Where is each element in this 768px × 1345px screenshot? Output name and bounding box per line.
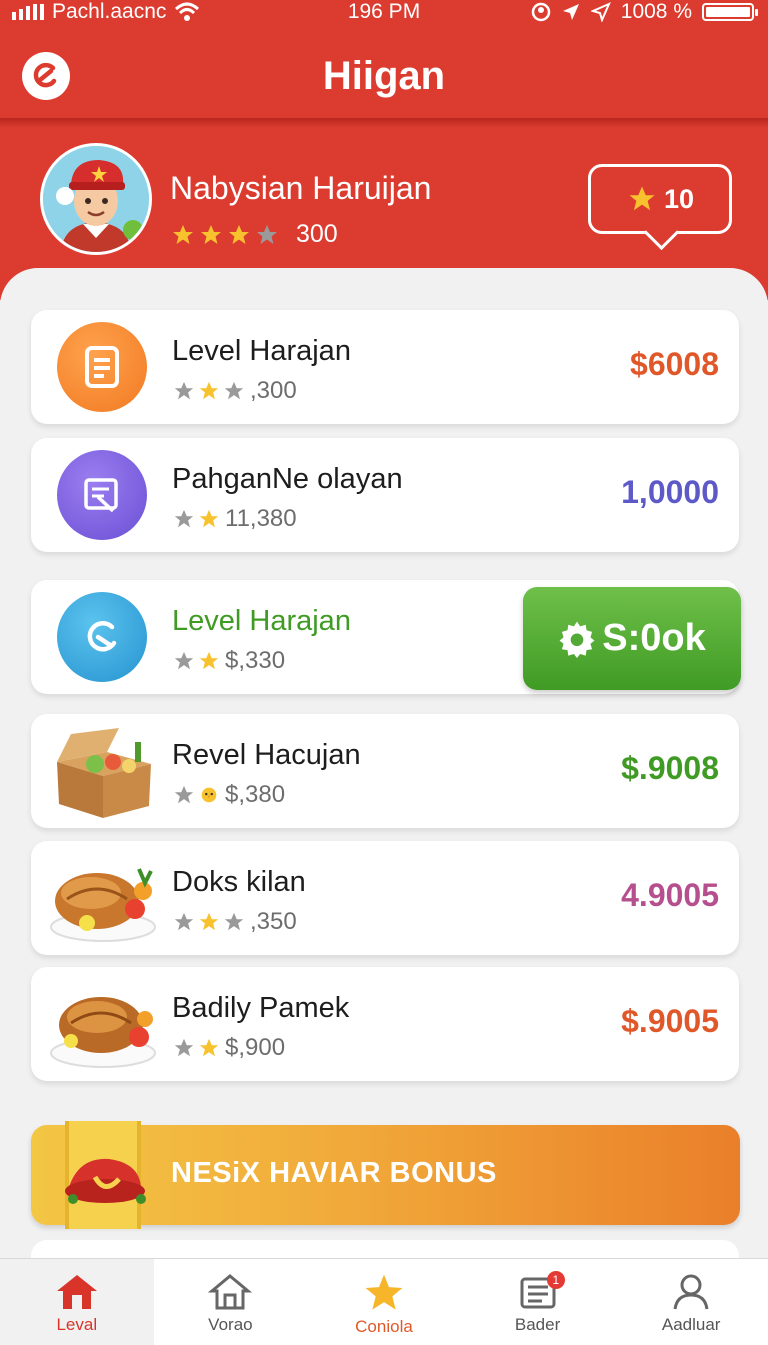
- chick-icon: [201, 787, 217, 803]
- star-icon: [629, 186, 655, 211]
- item-title: PahganNe olayan: [172, 463, 403, 495]
- star-empty-icon: [224, 912, 244, 931]
- star-empty-icon: [224, 381, 244, 400]
- star-empty-icon: [174, 912, 194, 931]
- page-title: Hiigan: [322, 54, 446, 98]
- item-rating-value: ,300: [250, 377, 297, 404]
- title-bar: Hiigan: [0, 38, 768, 118]
- list-item[interactable]: Level Harajan ,300 $6008: [31, 310, 739, 424]
- star-empty-icon: [174, 785, 194, 804]
- star-icon: [199, 912, 219, 931]
- item-title: Badily Pamek: [172, 992, 350, 1024]
- home-icon: [56, 1275, 97, 1309]
- nav-label: Bader: [514, 1315, 561, 1334]
- gift-hat-icon: [65, 1158, 146, 1204]
- nav-item-coniola[interactable]: Coniola: [307, 1259, 461, 1345]
- star-icon: [365, 1274, 403, 1310]
- item-rating-value: $,380: [225, 781, 286, 808]
- nav-label: Vorao: [208, 1315, 253, 1334]
- roast-chicken-icon: [47, 975, 159, 1073]
- star-icon: [199, 651, 219, 670]
- buy-button[interactable]: S:0ok: [523, 587, 741, 690]
- nav-item-leval[interactable]: Leval: [0, 1259, 154, 1345]
- star-empty-icon: [174, 509, 194, 528]
- nav-item-vorao[interactable]: Vorao: [154, 1259, 308, 1345]
- star-icon: [173, 224, 193, 244]
- refresh-icon: [57, 592, 147, 682]
- list-item[interactable]: Doks kilan ,350 4.9005: [31, 841, 739, 955]
- item-rating-value: ,350: [250, 908, 297, 935]
- chef-avatar-icon: [43, 146, 149, 252]
- item-rating: ,350: [172, 908, 297, 936]
- list-item[interactable]: Badily Pamek $,900 $.9005: [31, 967, 739, 1081]
- item-rating: 11,380: [172, 505, 297, 533]
- star-icon: [229, 224, 249, 244]
- player-score: 300: [296, 220, 338, 248]
- notification-badge: 1: [546, 1271, 565, 1289]
- edit-document-icon: [57, 450, 147, 540]
- navigation-arrow-icon: [562, 4, 579, 20]
- player-name: Nabysian Haruijan: [170, 170, 432, 206]
- document-icon: [57, 322, 147, 412]
- battery-icon: [702, 3, 758, 21]
- nav-label: Coniola: [355, 1317, 413, 1336]
- nav-label: Aadluar: [661, 1315, 721, 1334]
- buy-button-label: S:0ok: [602, 617, 706, 659]
- item-rating: ,300: [172, 377, 297, 405]
- list-item[interactable]: Revel Hacujan $,380 $.9008: [31, 714, 739, 828]
- star-empty-icon: [174, 1038, 194, 1057]
- star-icon: [201, 224, 221, 244]
- item-rating-value: $,330: [225, 647, 286, 674]
- avatar[interactable]: [40, 143, 152, 255]
- item-title: Level Harajan: [172, 605, 351, 637]
- item-rating-value: $,900: [225, 1034, 286, 1061]
- item-title: Revel Hacujan: [172, 739, 361, 771]
- title-divider: [0, 118, 768, 128]
- star-empty-icon: [257, 224, 277, 244]
- status-bar: Pachl.​a​acnc 196 PM 100​8 %: [0, 0, 768, 28]
- item-price: 1,0000: [621, 474, 719, 510]
- bonus-label: NESiX HAVIAR BONUS: [171, 1157, 497, 1189]
- item-rating: $,380: [172, 781, 285, 809]
- list-item[interactable]: PahganNe olayan 11,380 1,0000: [31, 438, 739, 552]
- gear-icon: [559, 621, 595, 658]
- item-title: Doks kilan: [172, 866, 306, 898]
- nav-label: Leval: [56, 1315, 98, 1334]
- item-rating: $,900: [172, 1034, 285, 1062]
- item-rating-value: 11,380: [225, 505, 297, 532]
- item-rating: $,330: [172, 647, 285, 675]
- star-empty-icon: [174, 651, 194, 670]
- item-price: $.9008: [621, 750, 719, 786]
- battery-percent: 100​8 %: [620, 0, 692, 23]
- food-box-icon: [47, 722, 159, 820]
- coin-balance-button[interactable]: 10: [588, 164, 732, 251]
- item-title: Level Harajan: [172, 335, 351, 367]
- navigation-outline-icon: [590, 2, 611, 22]
- item-price: $6008: [630, 346, 719, 382]
- roast-chicken-icon: [47, 849, 159, 947]
- bonus-banner[interactable]: NESiX HAVIAR BONUS: [31, 1121, 740, 1229]
- star-icon: [199, 1038, 219, 1057]
- star-icon: [199, 509, 219, 528]
- star-icon: [199, 381, 219, 400]
- nav-item-aadluar[interactable]: Aadluar: [614, 1259, 768, 1345]
- item-price: 4.9005: [621, 877, 719, 913]
- nav-item-bader[interactable]: 1 Bader: [461, 1259, 615, 1345]
- coin-count: 10: [663, 183, 695, 214]
- location-icon: [531, 2, 551, 22]
- bottom-nav: Leval Vorao Coniola 1 Bader Aadluar: [0, 1258, 768, 1345]
- house-outline-icon: [208, 1274, 253, 1310]
- star-empty-icon: [174, 381, 194, 400]
- player-rating: 300: [170, 220, 338, 249]
- item-price: $.9005: [621, 1003, 719, 1039]
- user-icon: [673, 1274, 709, 1310]
